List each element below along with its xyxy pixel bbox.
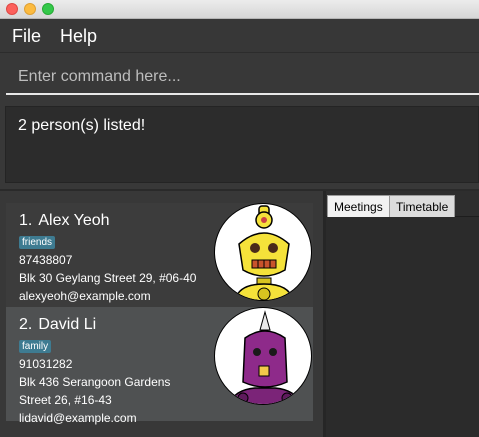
menu-bar: File Help [0,19,479,53]
menu-help[interactable]: Help [60,26,97,47]
minimize-window-button[interactable] [24,3,36,15]
person-phone: 87438807 [19,253,73,267]
person-index: 1. [19,212,33,229]
person-address-line-1: Blk 436 Serangoon Gardens [19,375,171,389]
zoom-window-button[interactable] [42,3,54,15]
person-name-text: David Li [38,316,97,333]
person-address: Blk 30 Geylang Street 29, #06-40 [19,271,197,285]
close-window-button[interactable] [6,3,18,15]
person-name: 2. David Li [19,316,96,334]
result-text: 2 person(s) listed! [18,117,146,134]
result-display[interactable]: 2 person(s) listed! [5,106,479,183]
tag-badge: friends [19,236,56,249]
person-card[interactable]: 1. Alex Yeoh friends 87438807 Blk 30 Geyl… [6,203,313,307]
person-name-text: Alex Yeoh [38,212,110,229]
command-box [0,53,479,99]
purple-robot-icon [228,310,302,404]
person-address-line-2: Street 26, #16-43 [19,393,112,407]
avatar [214,307,312,405]
person-phone: 91031282 [19,357,73,371]
person-email: alexyeoh@example.com [19,289,151,303]
window-titlebar [0,0,479,19]
person-card[interactable]: 2. David Li family 91031282 Blk 436 Seran… [6,307,313,425]
tab-meetings[interactable]: Meetings [327,195,390,217]
tab-timetable[interactable]: Timetable [389,195,456,217]
avatar [214,203,312,301]
command-input[interactable] [6,61,479,95]
tab-panel: Meetings Timetable [326,191,479,437]
result-display-area: 2 person(s) listed! [0,99,479,189]
tab-bar: Meetings Timetable [326,191,479,217]
menu-file[interactable]: File [12,26,41,47]
person-email: lidavid@example.com [19,411,137,425]
person-list[interactable]: 1. Alex Yeoh friends 87438807 Blk 30 Geyl… [0,191,323,437]
person-name: 1. Alex Yeoh [19,212,110,230]
yellow-robot-icon [234,205,294,300]
tag-badge: family [19,340,52,353]
person-index: 2. [19,316,33,333]
